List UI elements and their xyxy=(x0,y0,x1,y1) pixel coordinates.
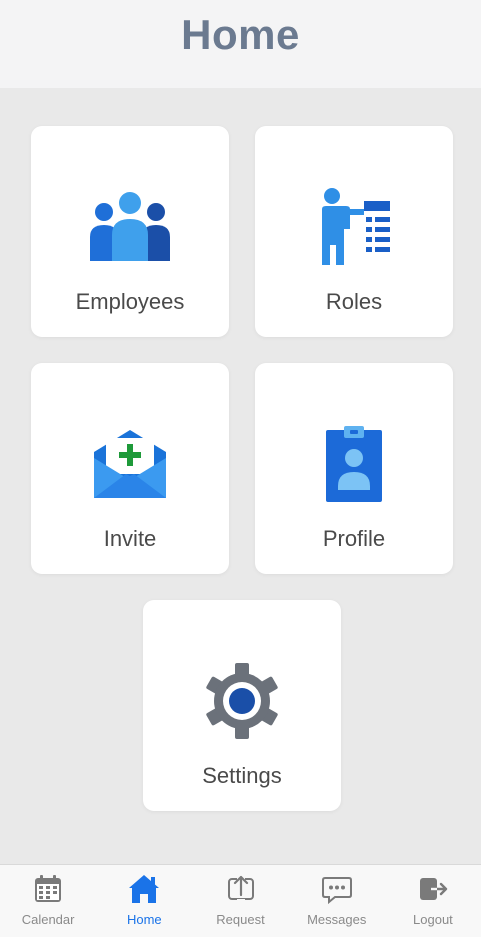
tab-logout[interactable]: Logout xyxy=(385,865,481,937)
settings-label: Settings xyxy=(202,763,282,788)
bottom-tab-bar: Calendar Home Request Messages Logout xyxy=(0,864,481,937)
invite-label: Invite xyxy=(103,526,157,551)
tab-request[interactable]: Request xyxy=(192,865,288,937)
people-group-icon xyxy=(85,182,175,272)
calendar-icon xyxy=(35,875,62,902)
upload-icon xyxy=(227,875,254,903)
roles-label: Roles xyxy=(325,289,383,314)
id-badge-icon xyxy=(309,419,399,509)
invite-tile[interactable]: Invite xyxy=(31,363,229,574)
employees-tile[interactable]: Employees xyxy=(31,126,229,337)
tab-messages[interactable]: Messages xyxy=(289,865,385,937)
person-list-icon xyxy=(309,182,399,272)
tab-calendar[interactable]: Calendar xyxy=(0,865,96,937)
employees-label: Employees xyxy=(75,289,185,314)
tab-request-label: Request xyxy=(216,912,265,927)
tab-messages-label: Messages xyxy=(307,912,367,927)
profile-label: Profile xyxy=(322,526,386,551)
gear-icon xyxy=(197,656,287,746)
tab-calendar-label: Calendar xyxy=(21,912,75,927)
envelope-add-icon xyxy=(85,419,175,509)
home-grid: Employees Roles Invite Profile Settings xyxy=(0,88,481,864)
page-title: Home xyxy=(181,11,300,58)
home-icon xyxy=(129,875,160,903)
page-header: Home xyxy=(0,0,481,88)
roles-tile[interactable]: Roles xyxy=(255,126,453,337)
tab-home[interactable]: Home xyxy=(96,865,192,937)
tab-logout-label: Logout xyxy=(413,912,453,927)
logout-icon xyxy=(419,878,448,900)
chat-bubble-icon xyxy=(321,877,352,905)
profile-tile[interactable]: Profile xyxy=(255,363,453,574)
tab-home-label: Home xyxy=(126,912,162,927)
settings-tile[interactable]: Settings xyxy=(143,600,341,811)
